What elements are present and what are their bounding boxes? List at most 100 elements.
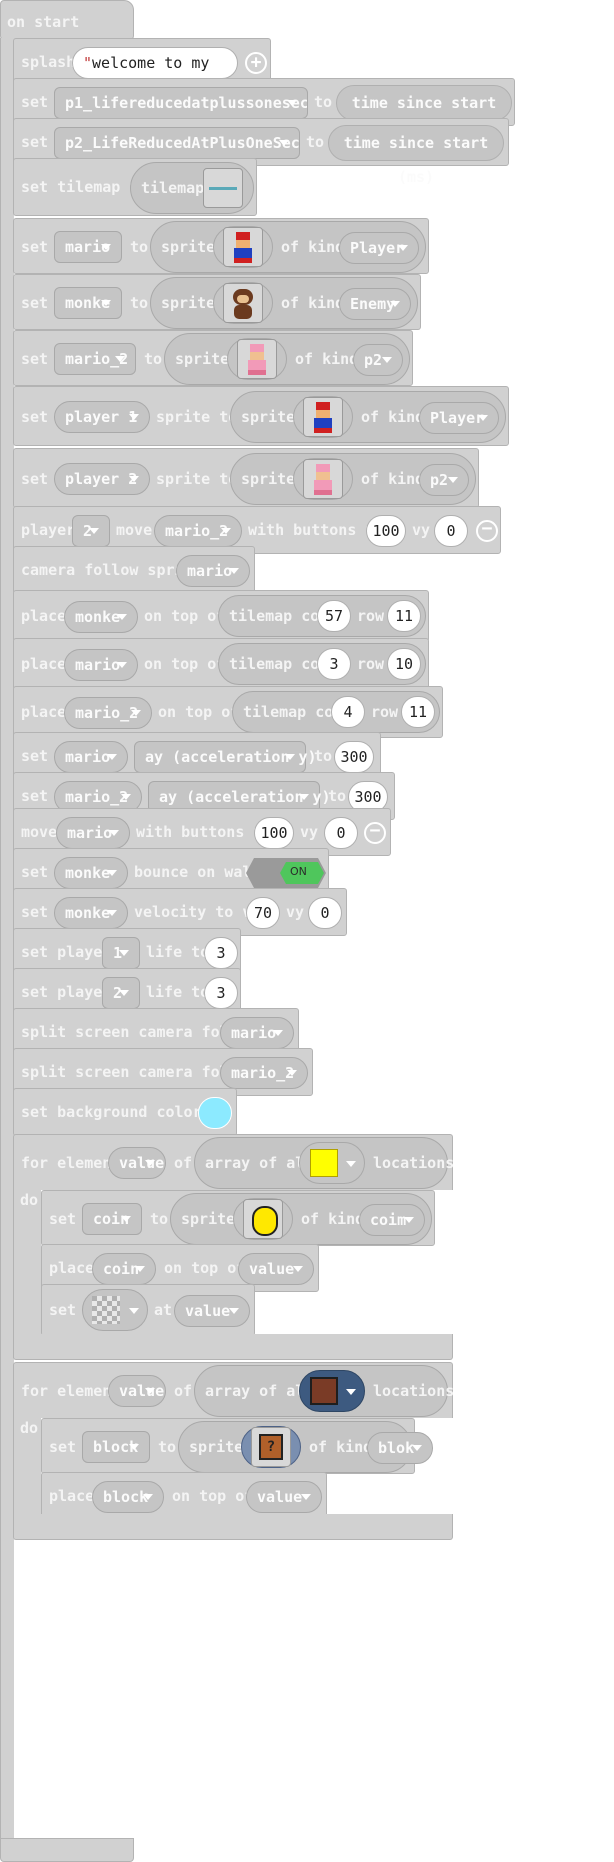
tilemap-preview-icon[interactable] [203,168,243,208]
variable-dropdown[interactable]: monke [54,287,122,319]
time-since-start-reporter[interactable]: time since start (ms) [336,85,512,146]
sprite-of-kind-reporter[interactable]: sprite of kind Player [230,391,506,443]
sprite-of-kind-reporter[interactable]: sprite of kind Enemy [150,277,418,329]
mario-sprite-icon[interactable] [223,227,263,267]
set-mario-block[interactable]: set mario to sprite of kind Player [13,218,429,274]
array-of-all-reporter[interactable]: array of all locations [194,1365,454,1417]
variable-dropdown[interactable]: monke [54,897,128,929]
set-background-color-block[interactable]: set background color to [13,1088,237,1136]
kind-dropdown[interactable]: p2 [419,464,469,496]
variable-dropdown[interactable]: coin [82,1203,142,1235]
variable-dropdown[interactable]: block [82,1431,150,1463]
on-start-hat[interactable]: on start [0,0,134,40]
place-mario-2-block[interactable]: place mario_2 on top of tilemap col 4 ro… [13,686,443,738]
sprite-image-slot[interactable] [293,396,353,438]
vy-input[interactable]: 0 [324,817,358,849]
value-input[interactable]: 300 [334,741,374,773]
set-player-2-sprite-block[interactable]: set player 2 sprite to sprite of kind p2 [13,448,479,508]
loop-variable[interactable]: value [108,1147,166,1179]
variable-dropdown[interactable]: p1_lifereducedatplussonesecond [54,87,308,119]
player-dropdown[interactable]: player 2 [54,463,150,495]
row-input[interactable]: 10 [387,648,421,680]
pink-mario-sprite-icon[interactable] [303,459,343,499]
player-number-dropdown[interactable]: 2 [72,515,110,547]
variable-dropdown[interactable]: monke [54,857,128,889]
variable-dropdown[interactable]: mario [54,741,128,773]
monkey-sprite-icon[interactable] [223,283,263,323]
variable-dropdown[interactable]: mario [54,231,122,263]
sprite-image-slot[interactable] [227,338,287,380]
variable-dropdown[interactable]: p2_LifeReducedAtPlusOneSecond [54,127,300,159]
place-monke-block[interactable]: place monke on top of tilemap col 57 row… [13,590,429,642]
kind-dropdown[interactable]: Enemy [339,288,411,320]
pink-mario-sprite-icon[interactable] [237,339,277,379]
variable-dropdown[interactable]: block [92,1481,164,1513]
sprite-of-kind-reporter[interactable]: sprite of kind p2 [164,333,410,385]
array-of-all-reporter[interactable]: array of all locations [194,1137,454,1189]
remove-argument-icon[interactable]: − [364,822,386,844]
tilemap-reporter[interactable]: tilemap [130,162,254,214]
bounce-toggle[interactable]: ON [246,857,326,889]
vy-input[interactable]: 0 [434,515,468,547]
variable-dropdown[interactable]: mario_2 [64,697,152,729]
tilemap-col-row-reporter[interactable]: tilemap col 4 row 11 [232,691,440,733]
splash-text-input[interactable]: "welcome to my game" [72,47,238,102]
life-input[interactable]: 3 [204,977,238,1009]
vy-input[interactable]: 0 [308,897,342,929]
vx-input[interactable]: 70 [246,897,280,929]
variable-dropdown[interactable]: monke [64,601,138,633]
kind-dropdown[interactable]: coim [359,1204,425,1236]
variable-dropdown[interactable]: mario [176,555,250,587]
variable-dropdown[interactable]: mario [220,1017,294,1049]
set-tile-block[interactable]: set at value [41,1284,255,1336]
tile-picker[interactable] [299,1142,365,1184]
set-mario-2-block[interactable]: set mario_2 to sprite of kind p2 [13,330,413,386]
col-input[interactable]: 57 [317,600,351,632]
set-tilemap-block[interactable]: set tilemap to tilemap [13,158,257,216]
sprite-image-slot[interactable] [233,1198,293,1240]
question-block-sprite-icon[interactable]: ? [251,1427,291,1467]
color-swatch[interactable] [198,1097,232,1129]
sprite-image-slot[interactable] [213,282,273,324]
vx-input[interactable]: 100 [366,515,406,547]
variable-dropdown[interactable]: coin [92,1253,156,1285]
sprite-of-kind-reporter[interactable]: sprite of kind coim [170,1193,432,1245]
for-element-block-header[interactable]: for element value of array of all locati… [13,1362,454,1418]
coin-sprite-icon[interactable] [243,1199,283,1239]
variable-dropdown[interactable]: mario [56,817,130,849]
set-block-block[interactable]: set block to sprite ? of kind blok [41,1418,433,1474]
mario-sprite-icon[interactable] [303,397,343,437]
kind-dropdown[interactable]: Player [339,232,419,264]
sprite-of-kind-reporter[interactable]: sprite ? of kind blok [178,1421,433,1473]
variable-dropdown[interactable]: value [174,1295,250,1327]
kind-dropdown[interactable]: p2 [353,344,403,376]
set-player-1-sprite-block[interactable]: set player 1 sprite to sprite of kind Pl… [13,386,509,446]
place-mario-block[interactable]: place mario on top of tilemap col 3 row … [13,638,429,690]
row-input[interactable]: 11 [401,696,435,728]
loop-variable[interactable]: value [108,1375,166,1407]
life-input[interactable]: 3 [204,937,238,969]
kind-dropdown[interactable]: blok [367,1432,433,1464]
player-number-dropdown[interactable]: 2 [102,977,140,1009]
sprite-of-kind-reporter[interactable]: sprite of kind p2 [230,453,476,505]
variable-dropdown[interactable]: value [246,1481,322,1513]
variable-dropdown[interactable]: mario_2 [220,1057,308,1089]
tile-picker[interactable] [299,1370,365,1412]
sprite-of-kind-reporter[interactable]: sprite of kind Player [150,221,426,273]
add-argument-icon[interactable]: + [245,52,267,74]
property-dropdown[interactable]: ay (acceleration y) [134,741,317,773]
tilemap-col-row-reporter[interactable]: tilemap col 3 row 10 [218,643,426,685]
variable-dropdown[interactable]: mario [64,649,138,681]
player-dropdown[interactable]: player 1 [54,401,150,433]
for-element-coin-header[interactable]: for element value of array of all locati… [13,1134,454,1190]
variable-dropdown[interactable]: mario_2 [54,343,136,375]
camera-follow-block[interactable]: camera follow sprite mario [13,546,255,594]
sprite-image-slot[interactable] [293,458,353,500]
row-input[interactable]: 11 [387,600,421,632]
kind-dropdown[interactable]: Player [419,402,499,434]
time-since-start-reporter[interactable]: time since start (ms) [328,125,504,186]
place-block-block[interactable]: place block on top of value [41,1472,327,1520]
col-input[interactable]: 3 [317,648,351,680]
col-input[interactable]: 4 [331,696,365,728]
remove-argument-icon[interactable]: − [476,520,498,542]
